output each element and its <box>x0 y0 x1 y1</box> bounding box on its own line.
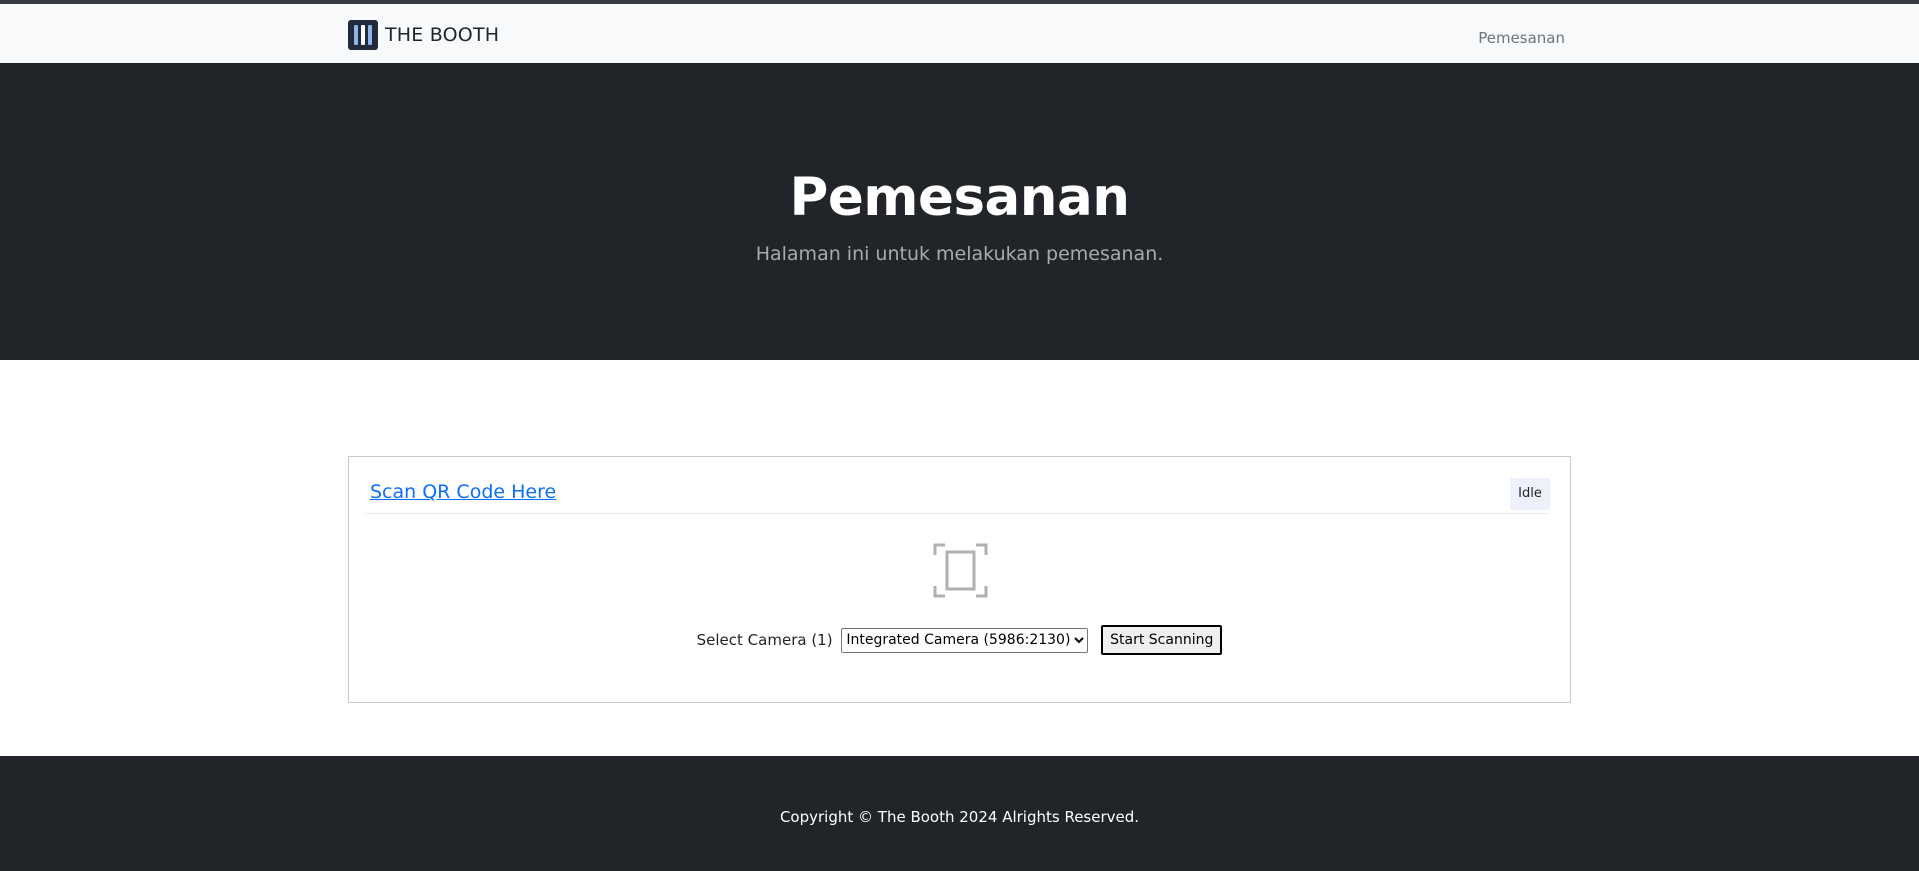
hero-section: Pemesanan Halaman ini untuk melakukan pe… <box>0 63 1919 360</box>
brand-name: THE BOOTH <box>385 24 500 46</box>
scan-qr-link[interactable]: Scan QR Code Here <box>370 481 556 503</box>
scanner-header: Scan QR Code Here Idle <box>365 475 1550 514</box>
page-title: Pemesanan <box>789 167 1131 228</box>
qr-scan-frame-icon <box>933 543 988 598</box>
start-scanning-button[interactable]: Start Scanning <box>1101 625 1223 655</box>
main-content: Scan QR Code Here Idle Select Camera (1)… <box>0 360 1919 756</box>
booth-logo-icon <box>348 20 378 50</box>
brand-link[interactable]: THE BOOTH <box>348 20 499 50</box>
camera-select-label: Select Camera (1) <box>696 631 833 649</box>
page-subtitle: Halaman ini untuk melakukan pemesanan. <box>755 243 1164 266</box>
camera-select[interactable]: Integrated Camera (5986:2130) <box>841 627 1089 653</box>
status-badge: Idle <box>1510 478 1550 510</box>
camera-controls: Select Camera (1) Integrated Camera (598… <box>349 625 1570 655</box>
qr-scanner-panel: Scan QR Code Here Idle Select Camera (1)… <box>348 456 1571 703</box>
nav-link-pemesanan[interactable]: Pemesanan <box>1478 29 1565 47</box>
footer: Copyright © The Booth 2024 Alrights Rese… <box>0 756 1919 871</box>
copyright-text: Copyright © The Booth 2024 Alrights Rese… <box>779 808 1140 826</box>
navbar: THE BOOTH Pemesanan <box>0 4 1919 63</box>
